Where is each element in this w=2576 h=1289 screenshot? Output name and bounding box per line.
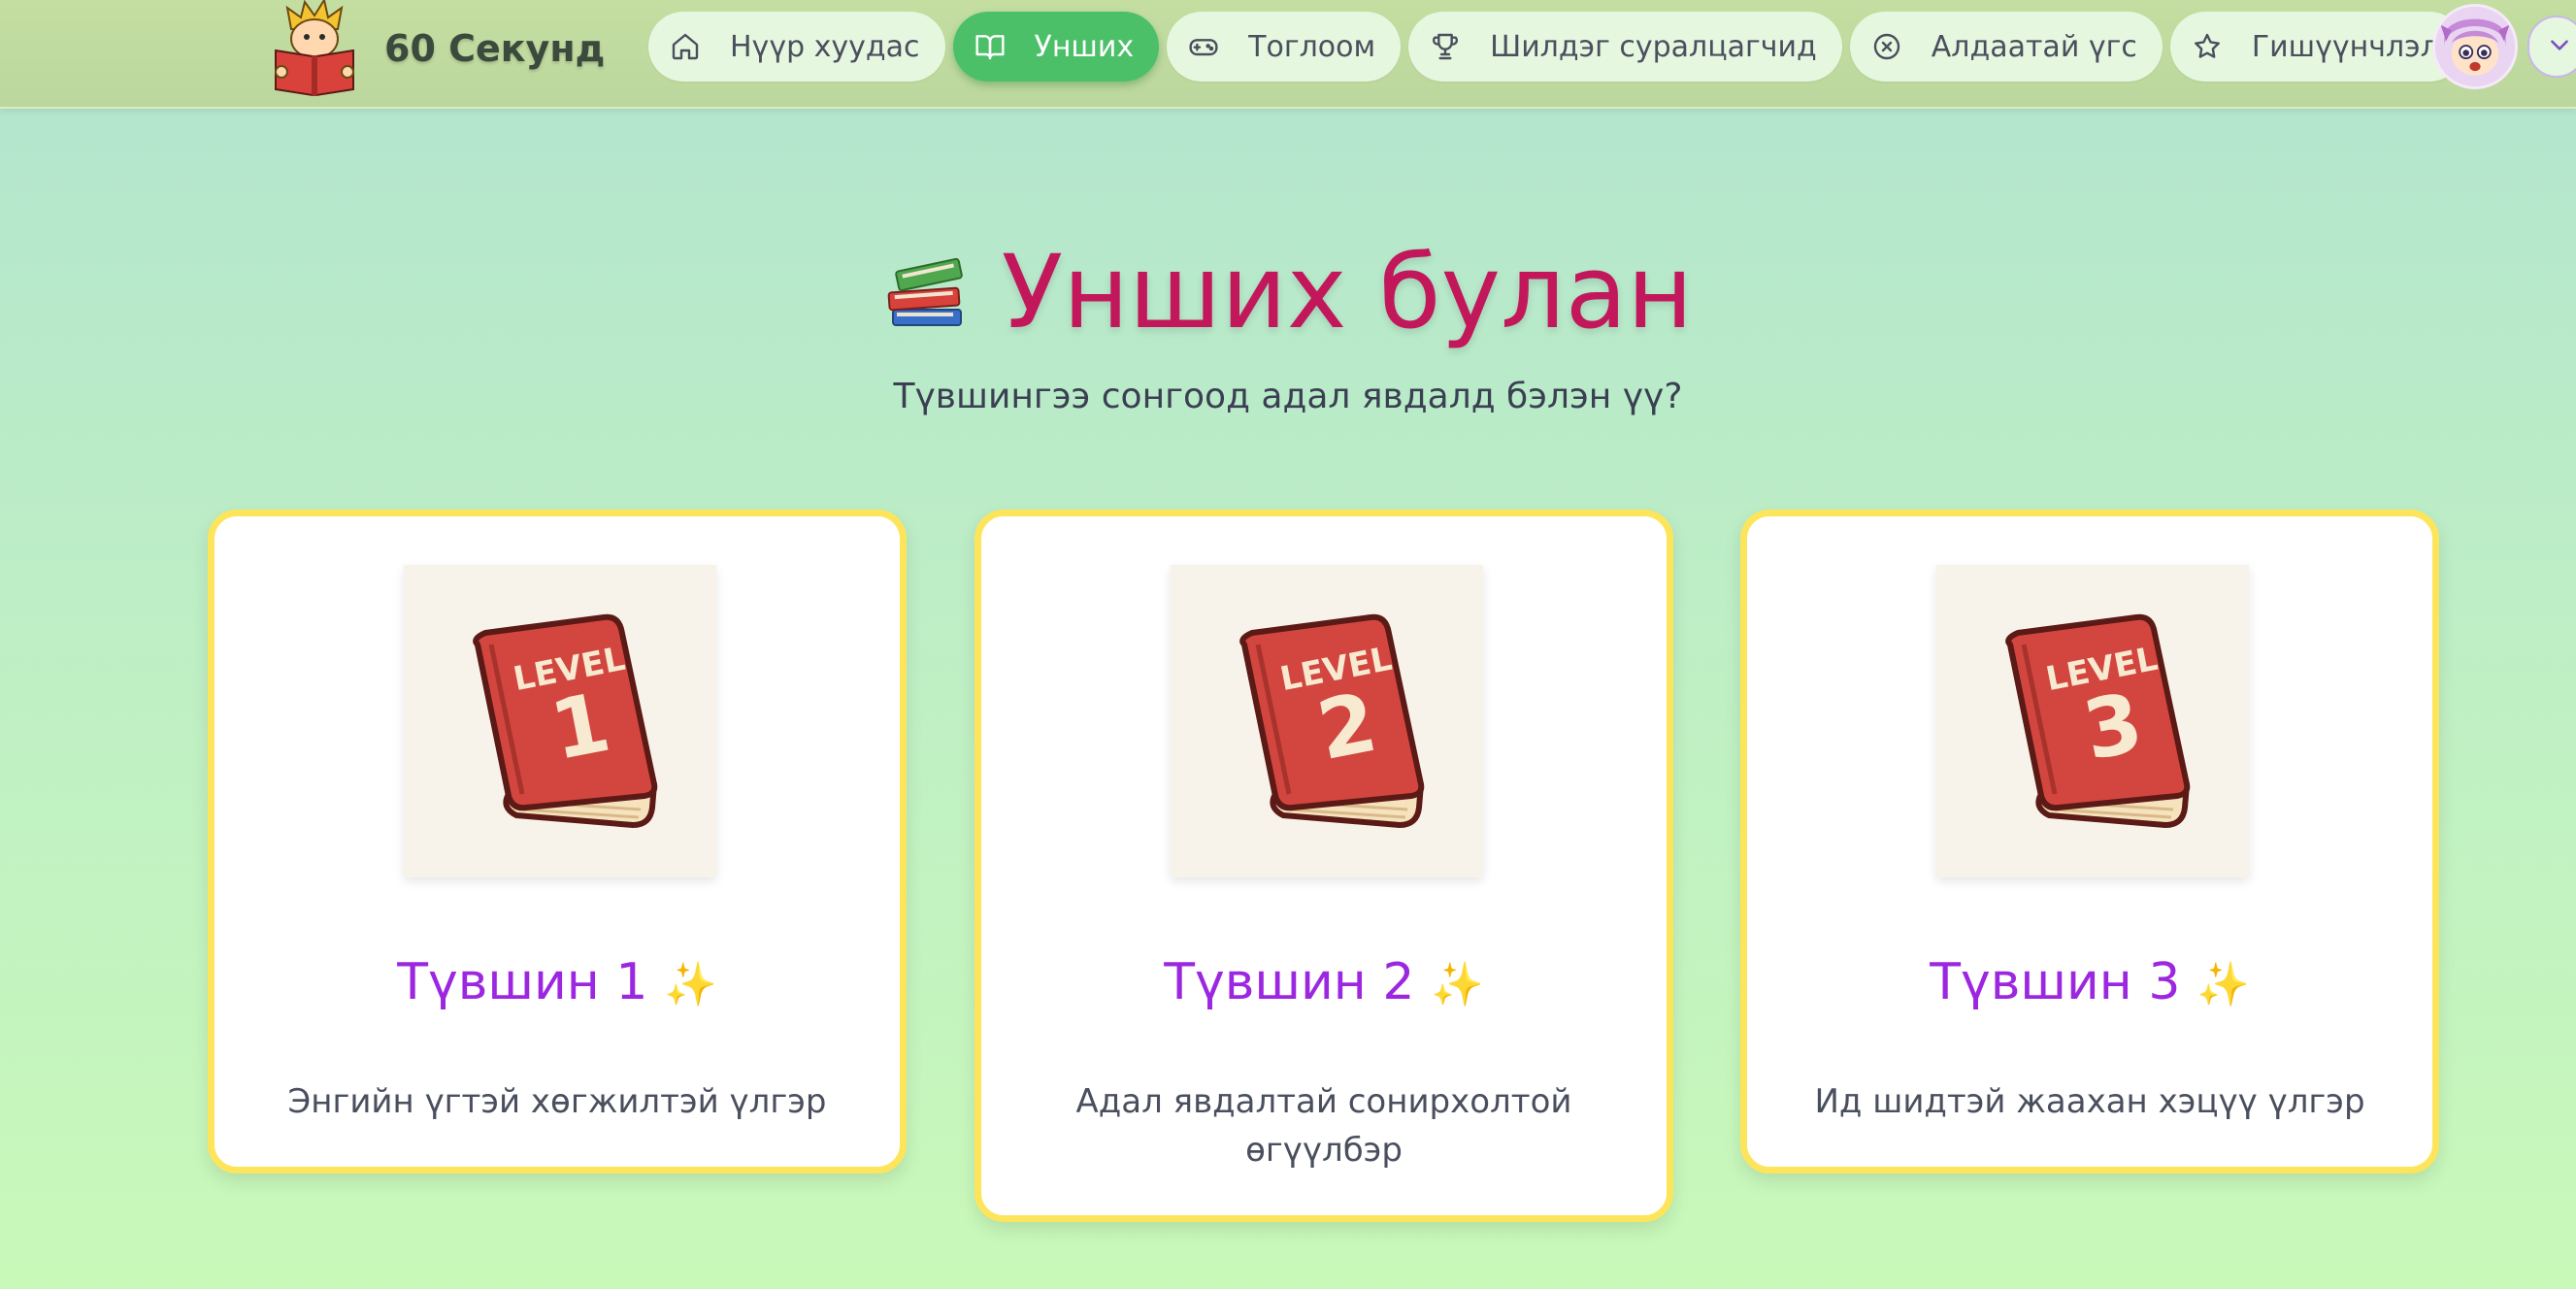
level-description: Ид шидтэй жаахан хэцүү үлгэр <box>1814 1082 2365 1121</box>
brand-name: 60 Секунд <box>384 27 606 70</box>
level-book-image: LEVEL 2 <box>1171 565 1483 877</box>
page-title-text: Унших булан <box>1001 233 1694 351</box>
red-book-icon: LEVEL 3 <box>2005 613 2191 828</box>
main-nav: Нүүр хуудас Унших Тоглоом Шилдэг суралца… <box>648 12 2464 82</box>
brand[interactable]: 60 Секунд <box>270 0 605 97</box>
x-circle-icon <box>1871 31 1902 62</box>
account-dropdown-button[interactable] <box>2527 16 2576 78</box>
red-book-icon: LEVEL 1 <box>473 613 658 828</box>
red-book-icon: LEVEL 2 <box>1239 613 1425 828</box>
nav-item-label: Нүүр хуудас <box>730 29 920 64</box>
boy-reading-book-logo <box>275 0 354 97</box>
level-card-2[interactable]: LEVEL 2 Түвшин 2 ✨ Адал явдалтай сонирхо… <box>974 510 1673 1222</box>
chevron-down-icon <box>2547 32 2572 61</box>
nav-item-membership[interactable]: Гишүүнчлэл <box>2169 12 2464 82</box>
nav-item-top-learners[interactable]: Шилдэг суралцагчид <box>1408 12 1842 82</box>
level-title: Түвшин 2 ✨ <box>981 953 1667 1011</box>
level-title-text: Түвшин 3 <box>1930 953 2181 1011</box>
level-book-image: LEVEL 3 <box>1936 565 2249 877</box>
top-navbar: 60 Секунд Нүүр хуудас Унших Тоглоом Шилд… <box>0 0 2576 109</box>
nav-item-mistake-words[interactable]: Алдаатай үгс <box>1849 12 2163 82</box>
sparkles-icon: ✨ <box>663 960 717 1009</box>
nav-item-home[interactable]: Нүүр хуудас <box>648 12 945 82</box>
level-title-text: Түвшин 2 <box>1164 953 1415 1011</box>
page-title: Унших булан <box>0 233 2576 351</box>
open-book-icon <box>974 31 1006 62</box>
level-title-text: Түвшин 1 <box>397 953 648 1011</box>
level-title: Түвшин 3 ✨ <box>1747 953 2432 1011</box>
level-description: Адал явдалтай сонирхолтой өгүүлбэр <box>1075 1082 1572 1170</box>
level-card-3[interactable]: LEVEL 3 Түвшин 3 ✨ Ид шидтэй жаахан хэцү… <box>1740 510 2439 1173</box>
page-subtitle: Түвшингээ сонгоод адал явдалд бэлэн үү? <box>893 377 1683 416</box>
sparkles-icon: ✨ <box>2196 960 2250 1009</box>
level-title: Түвшин 1 ✨ <box>215 953 900 1011</box>
nav-item-label: Алдаатай үгс <box>1931 29 2137 64</box>
gamepad-icon <box>1188 31 1219 62</box>
nav-item-label: Шилдэг суралцагчид <box>1490 29 1817 64</box>
nav-item-label: Тоглоом <box>1248 29 1376 64</box>
level-card-1[interactable]: LEVEL 1 Түвшин 1 ✨ Энгийн үгтэй хөгжилтэ… <box>208 510 907 1173</box>
avatar-girl-icon <box>2435 7 2515 86</box>
home-icon <box>670 31 701 62</box>
sparkles-icon: ✨ <box>1430 960 1484 1009</box>
level-description: Энгийн үгтэй хөгжилтэй үлгэр <box>287 1082 827 1121</box>
level-book-image: LEVEL 1 <box>404 565 716 877</box>
books-stack-icon <box>887 257 963 326</box>
nav-item-reading[interactable]: Унших <box>952 12 1160 82</box>
user-avatar[interactable] <box>2432 4 2518 89</box>
nav-item-label: Унших <box>1034 29 1135 64</box>
star-icon <box>2192 31 2223 62</box>
trophy-icon <box>1430 31 1461 62</box>
nav-item-label: Гишүүнчлэл <box>2251 29 2439 64</box>
nav-item-games[interactable]: Тоглоом <box>1167 12 1402 82</box>
